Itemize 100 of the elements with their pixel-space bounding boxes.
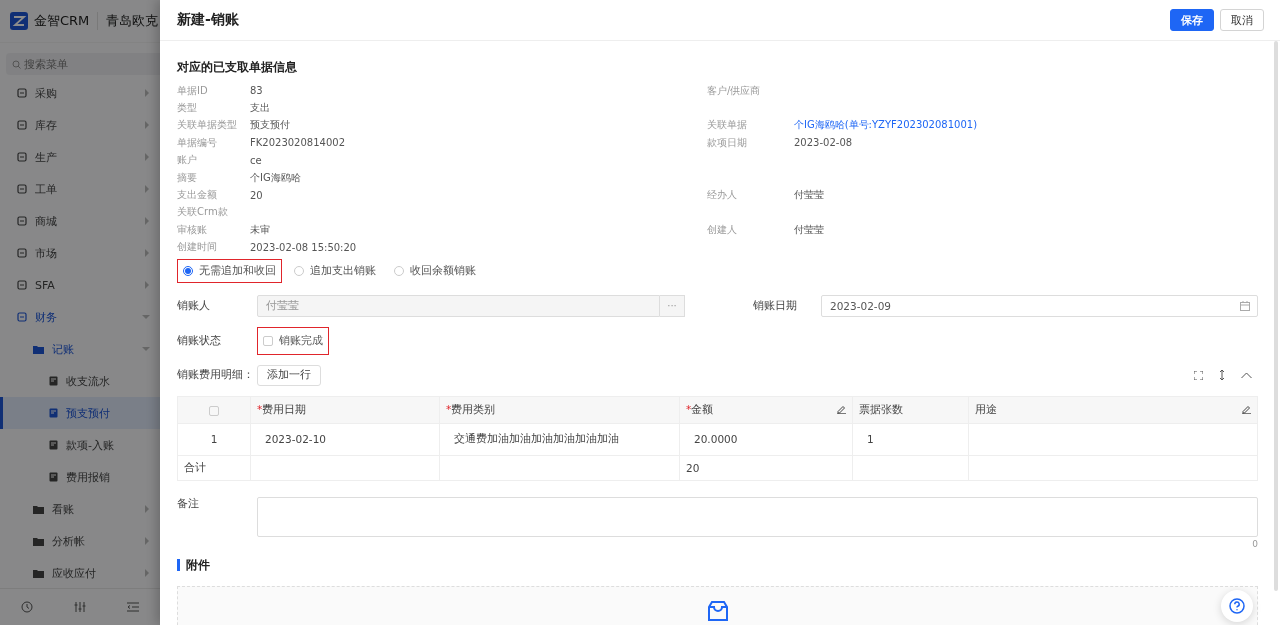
caret-icon xyxy=(144,569,150,577)
field-label: 账户 xyxy=(177,153,198,168)
collapse-icon[interactable] xyxy=(1241,371,1252,379)
menu-item[interactable]: 生产 xyxy=(0,141,160,173)
brand-name: 金智CRM xyxy=(34,12,90,30)
menu-item[interactable]: 采购 xyxy=(0,77,160,109)
module-icon xyxy=(17,152,27,162)
module-icon xyxy=(17,88,27,98)
scrollbar[interactable] xyxy=(1274,41,1278,591)
edit-icon[interactable] xyxy=(1242,405,1251,415)
field-label: 关联单据类型 xyxy=(177,118,238,133)
caret-icon xyxy=(144,217,150,225)
save-button[interactable]: 保存 xyxy=(1170,9,1214,31)
column-header: *费用类别 xyxy=(439,396,680,424)
field-label: 备注 xyxy=(177,496,200,511)
cancel-button[interactable]: 取消 xyxy=(1220,9,1264,31)
radio-option[interactable]: 无需追加和收回 xyxy=(177,258,282,283)
menu-item[interactable]: 预支预付 xyxy=(0,397,160,429)
character-count: 0 xyxy=(1251,538,1258,549)
field-value: 支出 xyxy=(250,101,271,116)
field-value: 付莹莹 xyxy=(794,222,825,237)
drawer-title: 新建-销账 xyxy=(177,11,240,29)
help-icon xyxy=(1229,598,1245,614)
fullscreen-icon[interactable] xyxy=(1194,370,1203,380)
date-field[interactable]: 2023-02-09 xyxy=(821,294,1258,317)
select-all-checkbox[interactable] xyxy=(209,405,219,416)
module-icon xyxy=(17,312,27,322)
history-icon[interactable] xyxy=(20,601,33,613)
field-label: 关联单据 xyxy=(707,118,748,133)
module-icon xyxy=(17,184,27,194)
menu-item[interactable]: 库存 xyxy=(0,109,160,141)
document-icon xyxy=(49,472,58,482)
field-label: 经办人 xyxy=(707,188,738,203)
menu-item[interactable]: 应收应付 xyxy=(0,557,160,588)
add-row-button[interactable]: 添加一行 xyxy=(257,364,321,386)
field-label: 销账状态 xyxy=(177,333,222,348)
table-cell: 20 xyxy=(679,455,853,481)
menu-item[interactable]: 分析帐 xyxy=(0,525,160,557)
menu-item[interactable]: 记账 xyxy=(0,333,160,365)
field-label: 销账人 xyxy=(177,298,211,313)
field-value: 20 xyxy=(250,189,264,201)
collapse-menu-icon[interactable] xyxy=(127,602,140,612)
caret-icon xyxy=(144,185,150,193)
module-icon xyxy=(17,248,27,258)
caret-icon xyxy=(144,505,150,513)
field-value: 未审 xyxy=(250,222,271,237)
document-link[interactable]: 个IG海鸥哈(单号:YZYF202302081001) xyxy=(794,118,1258,133)
table-cell: 合计 xyxy=(177,455,251,481)
field-value: 2023-02-08 15:50:20 xyxy=(250,241,358,253)
caret-icon xyxy=(144,153,150,161)
caret-icon xyxy=(144,537,150,545)
field-label: 销账费用明细： xyxy=(177,368,255,383)
logo-icon xyxy=(10,12,28,30)
folder-icon xyxy=(33,568,44,578)
menu-item[interactable]: 收支流水 xyxy=(0,365,160,397)
module-icon xyxy=(17,216,27,226)
module-icon xyxy=(17,280,27,290)
menu-item[interactable]: 市场 xyxy=(0,237,160,269)
folder-icon xyxy=(33,536,44,546)
caret-icon xyxy=(144,121,150,129)
remark-field[interactable] xyxy=(257,496,1258,537)
menu-item[interactable]: 看账 xyxy=(0,493,160,525)
field-label: 创建时间 xyxy=(177,240,218,255)
search-icon xyxy=(12,60,21,69)
field-label: 销账日期 xyxy=(753,298,798,313)
caret-icon xyxy=(144,249,150,257)
menu-item[interactable]: 费用报销 xyxy=(0,461,160,493)
company-name: 青岛欧克 xyxy=(97,12,159,30)
checkbox-option[interactable]: 销账完成 xyxy=(257,326,329,355)
radio-option[interactable]: 追加支出销账 xyxy=(288,258,382,283)
menu-item[interactable]: 款项-入账 xyxy=(0,429,160,461)
module-icon xyxy=(17,120,27,130)
field-label: 客户/供应商 xyxy=(707,83,762,98)
column-header: 票据张数 xyxy=(852,396,969,424)
field-value: 付莹莹 xyxy=(794,188,825,203)
document-icon xyxy=(49,376,58,386)
edit-icon[interactable] xyxy=(837,405,846,415)
document-icon xyxy=(49,440,58,450)
section-title: 附件 xyxy=(186,556,210,574)
table-cell: 1 xyxy=(852,423,969,456)
column-header: *费用日期 xyxy=(250,396,440,424)
menu-item[interactable]: 工单 xyxy=(0,173,160,205)
document-icon xyxy=(49,408,58,418)
radio-option[interactable]: 收回余额销账 xyxy=(388,258,482,283)
tray-icon xyxy=(706,600,729,621)
menu-item[interactable]: SFA xyxy=(0,269,160,301)
table-cell: 1 xyxy=(177,423,251,456)
vertical-arrows-icon[interactable] xyxy=(1219,370,1225,381)
table-cell: 交通费加油加油加油加油加油加油 xyxy=(439,423,680,456)
menu-item[interactable]: 财务 xyxy=(0,301,160,333)
table-cell: 2023-02-10 xyxy=(250,423,440,456)
field-value: 83 xyxy=(250,85,264,97)
sliders-icon[interactable] xyxy=(74,601,86,613)
menu-item[interactable]: 商城 xyxy=(0,205,160,237)
caret-icon xyxy=(144,281,150,289)
field-value: ce xyxy=(250,154,263,166)
column-header: *金额 xyxy=(679,396,853,424)
section-title: 对应的已支取单据信息 xyxy=(177,59,298,76)
field-label: 创建人 xyxy=(707,222,738,237)
field-label: 类型 xyxy=(177,101,198,116)
